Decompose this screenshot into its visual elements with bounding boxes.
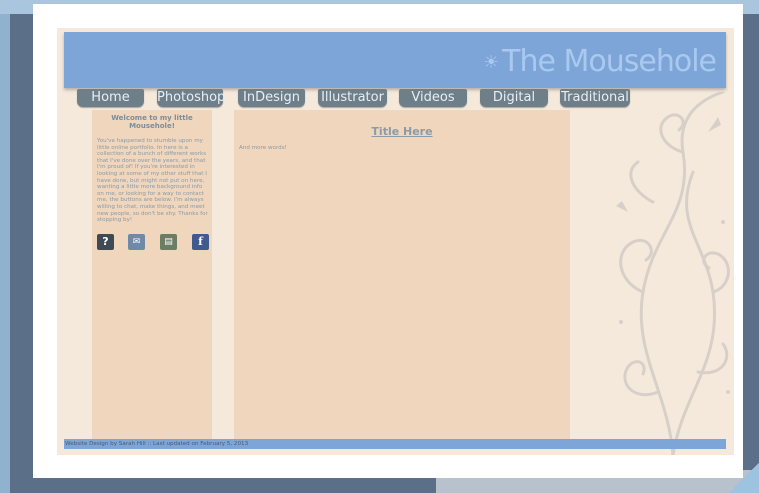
facebook-icon[interactable]: f <box>192 234 209 250</box>
gallery-icon[interactable]: ▤ <box>160 234 177 250</box>
site-header: ☀ The Mousehole <box>64 32 726 88</box>
content-text: And more words! <box>239 145 287 151</box>
nav-digital-button[interactable]: Digital <box>480 89 548 107</box>
contact-icons: ? ✉ ▤ f <box>97 234 212 252</box>
nav-photoshop-button[interactable]: Photoshop <box>157 89 225 107</box>
mail-icon[interactable]: ✉ <box>128 234 145 250</box>
nav-indesign-button[interactable]: InDesign <box>238 89 305 107</box>
sidebar: Welcome to my little Mousehole! You've h… <box>92 110 212 440</box>
nav-videos-button[interactable]: Videos <box>399 89 467 107</box>
sidebar-title: Welcome to my little Mousehole! <box>111 114 193 130</box>
nav-traditional-button[interactable]: Traditional <box>560 89 630 107</box>
sidebar-intro-text: You've happened to stumble upon my littl… <box>97 138 208 224</box>
main-content: Title Here And more words! <box>234 110 570 440</box>
content-title[interactable]: Title Here <box>234 125 570 138</box>
swirl-decoration <box>616 92 730 455</box>
site-logo-text: The Mousehole <box>502 44 717 79</box>
help-icon[interactable]: ? <box>97 234 114 250</box>
website-page: ☀ The Mousehole Home Photoshop InDesign I… <box>57 28 734 455</box>
mouse-icon: ☀ <box>483 52 499 73</box>
nav-home-button[interactable]: Home <box>77 89 144 107</box>
nav-illustrator-button[interactable]: Illustrator <box>318 89 387 107</box>
site-footer: Website Design by Sarah Hill :: Last upd… <box>64 439 726 449</box>
site-logo[interactable]: ☀ The Mousehole <box>483 44 717 79</box>
